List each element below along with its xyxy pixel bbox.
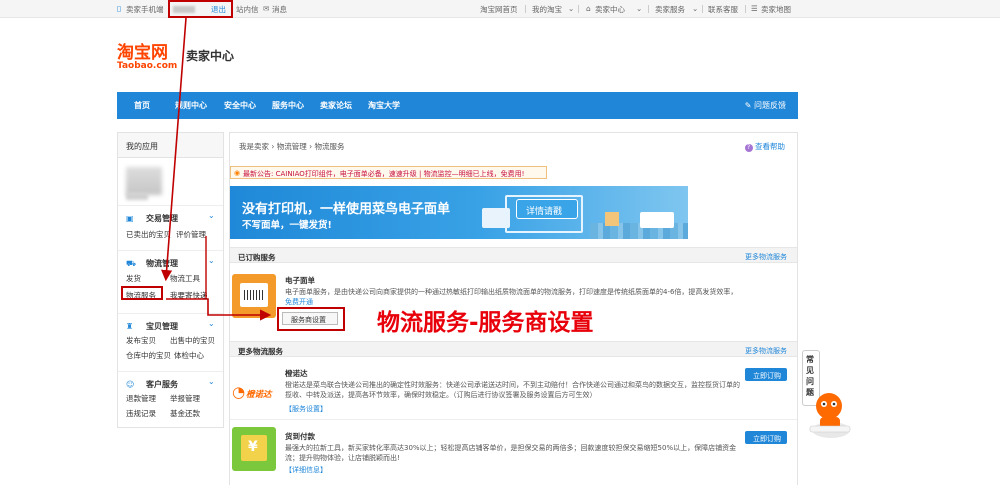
arrow-logistics-to-settings — [166, 298, 272, 321]
arrow-logout-to-logistics — [161, 17, 187, 282]
mascot-icon[interactable] — [808, 386, 854, 446]
